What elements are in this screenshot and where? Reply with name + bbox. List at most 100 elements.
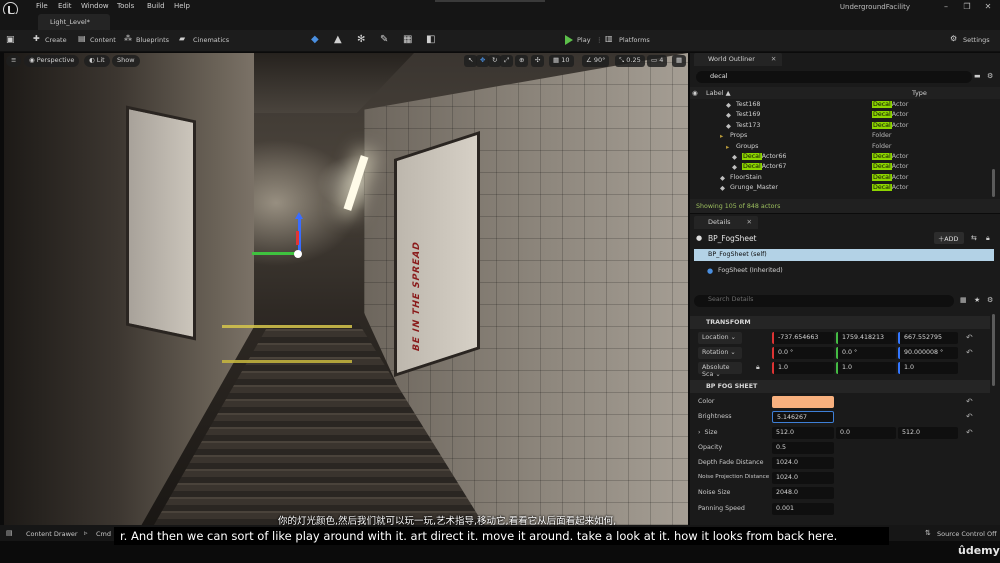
world-space-icon[interactable]: ⊕ [515, 55, 529, 67]
scale-tool-icon[interactable]: ⤢ [500, 55, 514, 67]
visibility-column-icon[interactable]: ◉ [692, 89, 698, 97]
settings-icon[interactable]: ⚙ [950, 34, 957, 43]
outliner-settings-icon[interactable]: ⚙ [987, 72, 993, 80]
foliage-mode-icon[interactable]: ✻ [357, 34, 365, 45]
size-y-field[interactable]: 0.0 [836, 427, 896, 439]
outliner-row[interactable]: ◆ Grunge_Master DecalActor [690, 184, 990, 194]
viewport-layout-icon[interactable]: ▦ [672, 55, 687, 67]
outliner-add-folder-icon[interactable]: ▬ [974, 72, 981, 80]
outliner-row[interactable]: ◆ FloorStain DecalActor [690, 173, 990, 184]
camera-speed-button[interactable]: ▭ 4 [647, 55, 668, 67]
outliner-row[interactable]: ▸ Props Folder [690, 132, 990, 142]
type-column-header[interactable]: Type [912, 89, 927, 97]
world-outliner-tab[interactable]: World Outliner ✕ [694, 53, 783, 66]
scale-y-field[interactable]: 1.0 [836, 362, 896, 374]
details-scrollbar[interactable] [992, 314, 995, 386]
gizmo-x-axis[interactable] [296, 231, 299, 245]
mesh-paint-icon[interactable]: ✎ [380, 34, 388, 45]
close-details-icon[interactable]: ✕ [747, 218, 752, 226]
depth-fade-field[interactable]: 1024.0 [772, 457, 834, 469]
details-settings-icon[interactable]: ⚙ [987, 296, 993, 304]
add-component-button[interactable]: ＋ADD [934, 232, 964, 244]
scale-dropdown[interactable]: Absolute Sca ⌄ [698, 362, 742, 378]
cmd-button[interactable]: Cmd [96, 530, 111, 538]
landscape-mode-icon[interactable]: ▲ [334, 34, 342, 45]
content-button[interactable]: Content [90, 36, 116, 44]
outliner-row[interactable]: ▸ Groups Folder [690, 143, 990, 153]
perspective-button[interactable]: ◉ Perspective [24, 55, 80, 67]
size-z-field[interactable]: 512.0 [898, 427, 958, 439]
location-dropdown[interactable]: Location ⌄ [698, 332, 742, 344]
brightness-field[interactable]: 5.146267 [772, 411, 834, 423]
property-matrix-icon[interactable]: ▦ [960, 296, 967, 304]
rotation-snap-button[interactable]: ∠ 90° [582, 55, 610, 67]
blueprints-button[interactable]: Blueprints [136, 36, 169, 44]
outliner-row[interactable]: ◆ DecalActor67 DecalActor [690, 163, 990, 173]
select-mode-icon[interactable]: ◆ [311, 34, 319, 45]
bp-fog-sheet-section[interactable]: BP FOG SHEET [690, 380, 990, 393]
reset-location-icon[interactable]: ↶ [966, 333, 973, 342]
fracture-mode-icon[interactable]: ◧ [426, 34, 435, 45]
rotation-z-field[interactable]: 90.000008 ° [898, 347, 958, 359]
favorites-icon[interactable]: ★ [974, 296, 980, 304]
reset-size-icon[interactable]: ↶ [966, 428, 973, 437]
location-y-field[interactable]: 1759.418213 [836, 332, 896, 344]
outliner-row[interactable]: ◆ Test169 DecalActor [690, 111, 990, 121]
modeling-mode-icon[interactable]: ▦ [403, 34, 412, 45]
reset-rotation-icon[interactable]: ↶ [966, 348, 973, 357]
menu-help[interactable]: Help [174, 2, 190, 10]
platforms-button[interactable]: Platforms [619, 36, 650, 44]
outliner-row[interactable]: ◆ Test168 DecalActor [690, 101, 990, 111]
blueprint-options-icon[interactable]: ⇆ [971, 234, 977, 242]
details-search-input[interactable]: Search Details [694, 295, 954, 307]
close-outliner-icon[interactable]: ✕ [771, 55, 776, 63]
reset-color-icon[interactable]: ↶ [966, 397, 973, 406]
content-drawer-button[interactable]: Content Drawer [26, 530, 78, 538]
save-icon[interactable]: ▣ [6, 35, 15, 45]
viewport-menu-icon[interactable]: ≡ [6, 55, 22, 67]
level-viewport[interactable]: BE IN THE SPREAD [4, 53, 688, 525]
color-swatch[interactable] [772, 396, 834, 408]
outliner-search-input[interactable]: decal [696, 71, 972, 83]
cinematics-icon[interactable]: ▰ [179, 34, 185, 43]
label-column-header[interactable]: Label ▲ [706, 89, 731, 97]
panning-speed-field[interactable]: 0.001 [772, 503, 834, 515]
level-tab[interactable]: Light_Level* [38, 14, 110, 30]
noise-size-field[interactable]: 2048.0 [772, 487, 834, 499]
grid-snap-button[interactable]: ▦ 10 [549, 55, 574, 67]
gizmo-y-axis[interactable] [252, 252, 300, 255]
reset-brightness-icon[interactable]: ↶ [966, 412, 973, 421]
close-icon[interactable]: ✕ [983, 2, 993, 12]
source-control-button[interactable]: Source Control Off [937, 530, 997, 538]
play-button[interactable]: Play [577, 36, 591, 44]
opacity-field[interactable]: 0.5 [772, 442, 834, 454]
gizmo-center[interactable] [294, 250, 302, 258]
scale-lock-icon[interactable]: 🔒︎ [756, 363, 760, 372]
menu-file[interactable]: File [36, 2, 48, 10]
outliner-row[interactable]: ◆ DecalActor66 DecalActor [690, 153, 990, 163]
transform-section[interactable]: TRANSFORM [690, 316, 990, 329]
lock-icon[interactable]: 🔒︎ [986, 234, 990, 243]
surface-snap-icon[interactable]: ✣ [531, 55, 545, 67]
noise-projection-field[interactable]: 1024.0 [772, 472, 834, 484]
size-x-field[interactable]: 512.0 [772, 427, 834, 439]
play-icon[interactable] [565, 35, 573, 45]
menu-window[interactable]: Window [81, 2, 109, 10]
create-icon[interactable]: ✚ [33, 34, 40, 43]
location-x-field[interactable]: -737.654663 [772, 332, 834, 344]
expand-size-icon[interactable]: › [698, 429, 701, 436]
minimize-icon[interactable]: – [941, 2, 951, 12]
component-self[interactable]: BP_FogSheet (self) [694, 249, 994, 261]
menu-build[interactable]: Build [147, 2, 165, 10]
play-options-icon[interactable]: ⋮ [596, 36, 603, 44]
platforms-icon[interactable]: ▥ [605, 34, 613, 43]
show-button[interactable]: Show [112, 55, 140, 67]
outliner-row[interactable]: ◆ Test173 DecalActor [690, 121, 990, 132]
scale-x-field[interactable]: 1.0 [772, 362, 834, 374]
outliner-scrollbar[interactable] [992, 169, 995, 197]
component-inherited[interactable]: FogSheet (Inherited) [694, 265, 994, 277]
rotation-dropdown[interactable]: Rotation ⌄ [698, 347, 742, 359]
details-tab[interactable]: Details ✕ [694, 216, 758, 229]
scale-snap-button[interactable]: ⤡ 0.25 [615, 55, 645, 67]
scale-z-field[interactable]: 1.0 [898, 362, 958, 374]
